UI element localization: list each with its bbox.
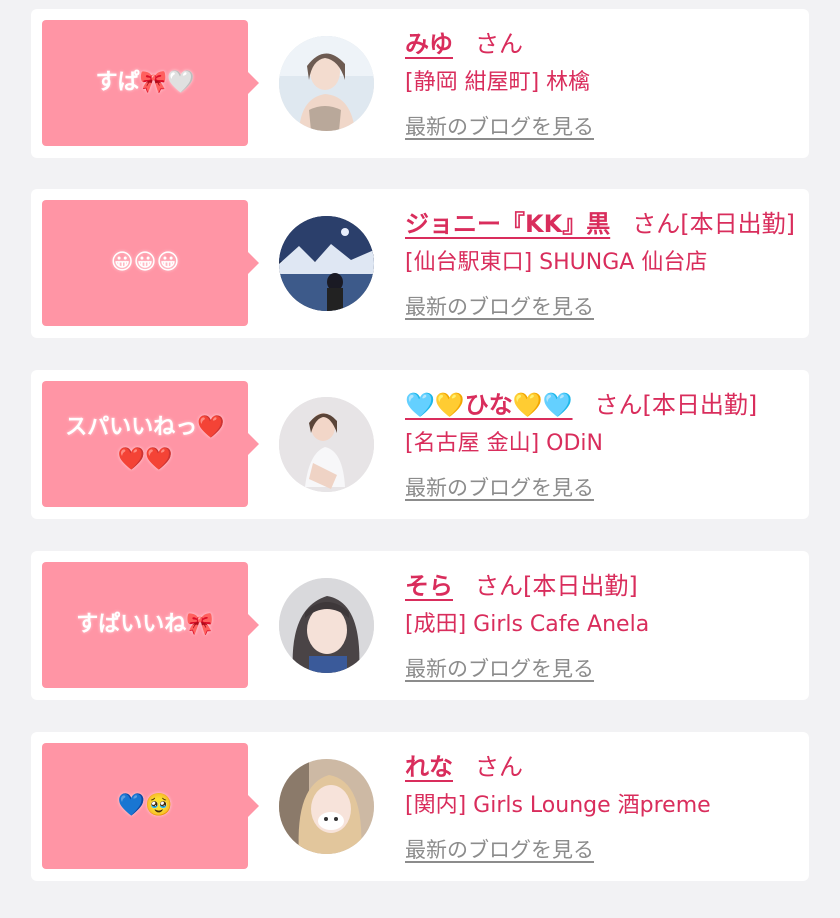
shop-label[interactable]: [静岡 紺屋町] 林檎	[405, 61, 803, 99]
cast-name-link[interactable]: ジョニー『KK』黒	[405, 204, 610, 239]
status-badge: [本日出勤]	[523, 571, 638, 600]
shop-label[interactable]: [成田] Girls Cafe Anela	[405, 603, 803, 641]
cast-name-link[interactable]: れな	[405, 747, 453, 782]
cast-name-link[interactable]: そら	[405, 566, 453, 601]
comment-bubble: 😀😀😀	[42, 200, 259, 326]
avatar-photo	[279, 36, 374, 131]
avatar-photo	[279, 216, 374, 311]
name-line: みゆ さん	[405, 21, 803, 61]
shop-label[interactable]: [関内] Girls Lounge 酒preme	[405, 784, 803, 822]
comment-text: 😀😀😀	[110, 250, 180, 276]
shop-label[interactable]: [仙台駅東口] SHUNGA 仙台店	[405, 241, 803, 279]
honorific: さん	[632, 209, 681, 238]
avatar[interactable]	[279, 36, 374, 131]
blog-reaction-list: すぱ🎀🤍 みゆ さん [静岡 紺屋町] 林檎 最新のブログを見る 😀😀😀 ジョニ…	[0, 0, 840, 918]
cast-name-link[interactable]: みゆ	[405, 24, 453, 59]
avatar[interactable]	[279, 578, 374, 673]
latest-blog-link[interactable]: 最新のブログを見る	[405, 834, 594, 864]
list-item: 😀😀😀 ジョニー『KK』黒 さん [本日出勤] [仙台駅東口] SHUNGA 仙…	[31, 189, 809, 338]
avatar[interactable]	[279, 397, 374, 492]
avatar[interactable]	[279, 216, 374, 311]
list-item: すぱ🎀🤍 みゆ さん [静岡 紺屋町] 林檎 最新のブログを見る	[31, 9, 809, 158]
name-line: れな さん	[405, 744, 803, 784]
comment-text: 💙🥹	[117, 793, 173, 819]
name-line: そら さん [本日出勤]	[405, 563, 803, 603]
latest-blog-link[interactable]: 最新のブログを見る	[405, 111, 594, 141]
name-line: 🩵💛ひな💛🩵 さん [本日出勤]	[405, 382, 803, 422]
comment-bubble: すぱいいね🎀	[42, 562, 259, 688]
latest-blog-link[interactable]: 最新のブログを見る	[405, 291, 594, 321]
honorific: さん	[594, 390, 643, 419]
shop-label[interactable]: [名古屋 金山] ODiN	[405, 422, 803, 460]
avatar[interactable]	[279, 759, 374, 854]
avatar-photo	[279, 759, 374, 854]
latest-blog-link[interactable]: 最新のブログを見る	[405, 472, 594, 502]
comment-text: スパいいねっ❤️❤️❤️	[65, 415, 225, 472]
name-line: ジョニー『KK』黒 さん [本日出勤]	[405, 201, 803, 241]
cast-name-link[interactable]: 🩵💛ひな💛🩵	[405, 385, 573, 420]
list-item: 💙🥹 れな さん [関内] Girls Lounge 酒preme 最新のブログ…	[31, 732, 809, 881]
comment-bubble: すぱ🎀🤍	[42, 20, 259, 146]
list-item: スパいいねっ❤️❤️❤️ 🩵💛ひな💛🩵 さん [本日出勤] [名古屋 金山] O…	[31, 370, 809, 519]
comment-text: すぱ🎀🤍	[95, 70, 195, 96]
list-item: すぱいいね🎀 そら さん [本日出勤] [成田] Girls Cafe Anel…	[31, 551, 809, 700]
comment-bubble: 💙🥹	[42, 743, 259, 869]
honorific: さん	[475, 752, 523, 781]
status-badge: [本日出勤]	[642, 390, 758, 419]
comment-bubble: スパいいねっ❤️❤️❤️	[42, 381, 259, 507]
avatar-photo	[279, 578, 374, 673]
honorific: さん	[475, 571, 523, 600]
status-badge: [本日出勤]	[680, 209, 795, 238]
honorific: さん	[475, 29, 523, 58]
latest-blog-link[interactable]: 最新のブログを見る	[405, 653, 594, 683]
comment-text: すぱいいね🎀	[76, 612, 214, 638]
avatar-photo	[279, 397, 374, 492]
